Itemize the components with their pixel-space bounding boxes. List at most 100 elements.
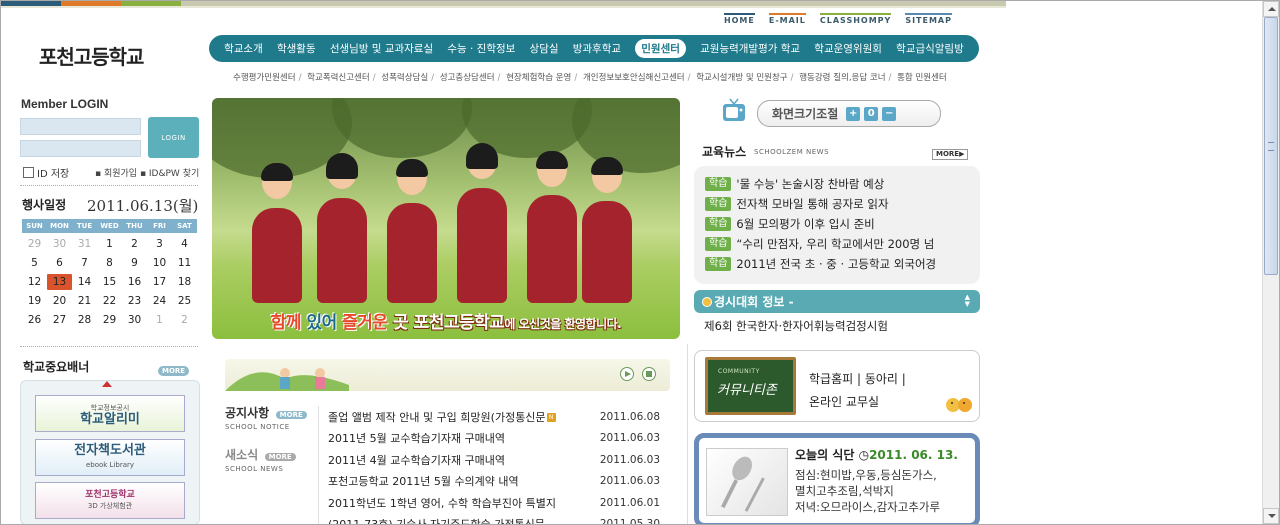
nav-item[interactable]: 선생님방 및 교과자료실 <box>330 41 433 56</box>
email-link[interactable]: E-MAIL <box>768 13 806 25</box>
calendar-day[interactable]: 22 <box>97 293 122 309</box>
nav-item[interactable]: 학교소개 <box>224 41 263 56</box>
calendar-day[interactable]: 2 <box>172 312 197 328</box>
login-button[interactable]: LOGIN <box>148 117 199 158</box>
calendar-day[interactable]: 12 <box>22 274 47 290</box>
calendar-day[interactable]: 29 <box>97 312 122 328</box>
nav-item[interactable]: 수능 · 진학정보 <box>447 41 515 56</box>
sitemap-link[interactable]: SITEMAP <box>905 13 952 25</box>
nav-item[interactable]: 상담실 <box>530 41 559 56</box>
sub-nav-item[interactable]: 성폭력상담실 <box>381 73 428 83</box>
calendar-day[interactable]: 14 <box>72 274 97 290</box>
list-item[interactable]: 학습 “수리 만점자, 우리 학교에서만 200명 넘 <box>705 234 975 254</box>
sub-nav-item[interactable]: 현장체험학습 운영 <box>506 73 571 83</box>
calendar-day[interactable]: 17 <box>147 274 172 290</box>
news-title-text[interactable]: 2011년 전국 초 · 중 · 고등학교 외국어경 <box>736 256 936 272</box>
login-id-input[interactable] <box>20 118 141 135</box>
calendar-day[interactable]: 31 <box>72 236 97 252</box>
news-title-text[interactable]: '물 수능' 논술시장 찬바람 예상 <box>736 176 884 192</box>
notice-title[interactable]: 2011년 4월 교수학습기자재 구매내역 <box>328 452 591 468</box>
calendar-day[interactable]: 3 <box>147 236 172 252</box>
list-item[interactable]: 졸업 앨범 제작 안내 및 구입 희망원(가정통신문 N 2011.06.08 <box>328 406 660 428</box>
community-link-row[interactable]: 온라인 교무실 <box>809 391 906 414</box>
stop-icon[interactable] <box>642 367 656 381</box>
calendar-day[interactable]: 2 <box>122 236 147 252</box>
scroll-down-arrow-icon[interactable] <box>1263 508 1279 524</box>
calendar-day[interactable]: 20 <box>47 293 72 309</box>
calendar-day[interactable]: 24 <box>147 293 172 309</box>
scroll-thumb[interactable] <box>1264 17 1278 275</box>
news-title-text[interactable]: “수리 만점자, 우리 학교에서만 200명 넘 <box>736 236 934 252</box>
calendar-day[interactable]: 15 <box>97 274 122 290</box>
calendar-day[interactable]: 16 <box>122 274 147 290</box>
contest-item[interactable]: 제6회 한국한자·한자어휘능력검정시험 <box>704 318 888 334</box>
notice-title[interactable]: (2011-73호) 기숙사 자기주도학습 가정통신문 <box>328 516 591 524</box>
zoom-in-button[interactable]: + <box>846 106 861 121</box>
calendar-day[interactable]: 1 <box>97 236 122 252</box>
join-find-links[interactable]: ▪ 회원가입 ▪ ID&PW 찾기 <box>95 166 199 179</box>
list-item[interactable]: 학습 '물 수능' 논술시장 찬바람 예상 <box>705 174 975 194</box>
notice-title[interactable]: 2011학년도 1학년 영어, 수학 학습부진아 특별지 <box>328 495 591 511</box>
save-id-checkbox[interactable]: ID 저장 <box>23 165 69 180</box>
tab-notice[interactable]: 공지사항 MORE SCHOOL NOTICE <box>225 404 315 431</box>
nav-item[interactable]: 방과후학교 <box>573 41 621 56</box>
school-logo[interactable]: 포천고등학교 <box>39 41 144 70</box>
calendar-day[interactable]: 1 <box>147 312 172 328</box>
sub-nav-item[interactable]: 학교폭력신고센터 <box>307 73 370 83</box>
notice-title[interactable]: 졸업 앨범 제작 안내 및 구입 희망원(가정통신문 N <box>328 409 591 425</box>
calendar-day[interactable]: 7 <box>72 255 97 271</box>
calendar-day[interactable]: 27 <box>47 312 72 328</box>
calendar-day[interactable]: 6 <box>47 255 72 271</box>
list-item[interactable]: 학습 2011년 전국 초 · 중 · 고등학교 외국어경 <box>705 254 975 274</box>
notice-more-button[interactable]: MORE <box>275 411 307 419</box>
vertical-scrollbar[interactable] <box>1262 1 1279 524</box>
calendar-day[interactable]: 13 <box>47 274 72 290</box>
calendar-day[interactable]: 29 <box>22 236 47 252</box>
banner-school-info[interactable]: 학교정보공시 학교알리미 <box>35 395 185 432</box>
login-password-input[interactable] <box>20 140 141 157</box>
edu-news-more-button[interactable]: MORE▶ <box>932 149 969 160</box>
calendar-day[interactable]: 23 <box>122 293 147 309</box>
scroll-up-arrow-icon[interactable] <box>1263 1 1279 17</box>
home-link[interactable]: HOME <box>723 13 755 25</box>
news-more-button[interactable]: MORE <box>264 453 296 461</box>
list-item[interactable]: 2011학년도 1학년 영어, 수학 학습부진아 특별지 2011.06.01 <box>328 492 660 514</box>
calendar-day[interactable]: 19 <box>22 293 47 309</box>
list-item[interactable]: (2011-73호) 기숙사 자기주도학습 가정통신문 2011.05.30 <box>328 514 660 524</box>
calendar-day[interactable]: 30 <box>47 236 72 252</box>
list-item[interactable]: 학습 전자책 모바일 통해 공자로 읽자 <box>705 194 975 214</box>
list-item[interactable]: 포천고등학교 2011년 5월 수의계약 내역 2011.06.03 <box>328 471 660 493</box>
community-link-row[interactable]: 학급홈피 | 동아리 | <box>809 368 906 391</box>
play-icon[interactable] <box>620 367 634 381</box>
banner-up-arrow-icon[interactable] <box>102 381 112 387</box>
list-item[interactable]: 2011년 4월 교수학습기자재 구매내역 2011.06.03 <box>328 449 660 471</box>
community-chalkboard[interactable]: COMMUNITY 커뮤니티존 <box>705 357 796 415</box>
sub-nav-item[interactable]: 학교시설개방 및 민원창구 <box>696 73 787 83</box>
calendar-day[interactable]: 4 <box>172 236 197 252</box>
calendar-day[interactable]: 26 <box>22 312 47 328</box>
sub-nav-item[interactable]: 통합 민원센터 <box>897 73 947 83</box>
news-title-text[interactable]: 전자책 모바일 통해 공자로 읽자 <box>736 196 888 212</box>
nav-item[interactable]: 학교급식알림방 <box>896 41 964 56</box>
calendar-day[interactable]: 8 <box>97 255 122 271</box>
calendar-day[interactable]: 9 <box>122 255 147 271</box>
up-down-icon[interactable]: ▲ ▼ <box>965 294 970 308</box>
nav-item-active[interactable]: 민원센터 <box>635 39 686 58</box>
calendar-day[interactable]: 21 <box>72 293 97 309</box>
sub-nav-item[interactable]: 행동강령 질의,응답 코너 <box>799 73 885 83</box>
checkbox-icon[interactable] <box>23 167 34 178</box>
nav-item[interactable]: 학생활동 <box>277 41 316 56</box>
sub-nav-item[interactable]: 성고충상담센터 <box>440 73 495 83</box>
notice-title[interactable]: 포천고등학교 2011년 5월 수의계약 내역 <box>328 473 591 489</box>
notice-title[interactable]: 2011년 5월 교수학습기자재 구매내역 <box>328 430 591 446</box>
news-title-text[interactable]: 6월 모의평가 이후 입시 준비 <box>736 216 874 232</box>
list-item[interactable]: 2011년 5월 교수학습기자재 구매내역 2011.06.03 <box>328 428 660 450</box>
banner-ebook-library[interactable]: 전자책도서관 ebook Library <box>35 439 185 476</box>
classhompy-link[interactable]: CLASSHOMPY <box>819 13 892 25</box>
zoom-out-button[interactable]: − <box>882 106 897 121</box>
calendar-day[interactable]: 11 <box>172 255 197 271</box>
list-item[interactable]: 학습 6월 모의평가 이후 입시 준비 <box>705 214 975 234</box>
sub-nav-item[interactable]: 개인정보보호안심해신고센터 <box>583 73 685 83</box>
calendar-day[interactable]: 18 <box>172 274 197 290</box>
banner-3d-tour[interactable]: 포천고등학교 3D 가상체험관 <box>35 482 185 519</box>
